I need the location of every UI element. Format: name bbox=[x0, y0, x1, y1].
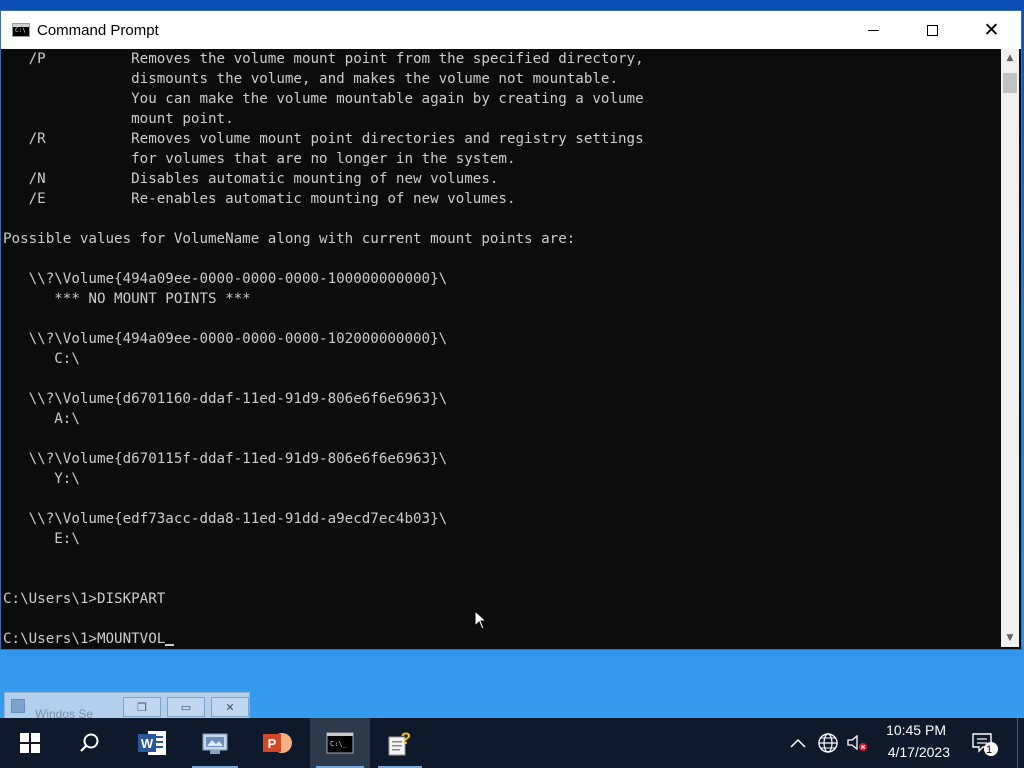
taskbar-clock-time[interactable]: 10:45 PM bbox=[886, 722, 946, 738]
taskbar-command-prompt[interactable]: C:\_ bbox=[310, 718, 370, 768]
word-icon: W bbox=[138, 731, 166, 755]
speaker-muted-icon bbox=[847, 734, 867, 751]
svg-text:?: ? bbox=[401, 729, 411, 748]
notification-count-badge: 1 bbox=[986, 744, 993, 756]
console-line: C:\ bbox=[3, 351, 80, 367]
minimize-button[interactable] bbox=[844, 11, 903, 49]
console-line: E:\ bbox=[3, 531, 80, 547]
scroll-down-icon[interactable]: ▼ bbox=[1001, 629, 1019, 647]
console-line: Y:\ bbox=[3, 471, 80, 487]
restore-button[interactable]: ❐ bbox=[123, 697, 161, 717]
text-cursor bbox=[165, 644, 175, 646]
console-line: You can make the volume mountable again … bbox=[3, 91, 644, 107]
command-prompt-icon: C:\_ bbox=[326, 732, 354, 754]
console-line: C:\Users\1>DISKPART bbox=[3, 591, 166, 607]
console-line: A:\ bbox=[3, 411, 80, 427]
console-output[interactable]: /P Removes the volume mount point from t… bbox=[3, 49, 987, 647]
taskbar-powerpoint[interactable]: P bbox=[248, 718, 308, 768]
show-desktop-button[interactable] bbox=[1017, 718, 1024, 768]
maximize-icon: ▭ bbox=[180, 700, 192, 714]
control-panel-icon bbox=[202, 733, 228, 754]
close-minimized-button[interactable]: ✕ bbox=[211, 697, 249, 717]
console-line: /E Re-enables automatic mounting of new … bbox=[3, 191, 516, 207]
window-app-icon bbox=[11, 699, 25, 713]
console-line: \\?\Volume{494a09ee-0000-0000-0000-10200… bbox=[3, 331, 448, 347]
windows-logo-icon bbox=[20, 733, 40, 753]
console-line: \\?\Volume{d6701160-ddaf-11ed-91d9-806e6… bbox=[3, 391, 448, 407]
show-hidden-icons-button[interactable] bbox=[786, 718, 810, 768]
console-line: dismounts the volume, and makes the volu… bbox=[3, 71, 618, 87]
restore-icon: ❐ bbox=[137, 700, 147, 714]
network-button[interactable] bbox=[814, 718, 842, 768]
close-button[interactable]: ✕ bbox=[962, 11, 1021, 49]
svg-text:P: P bbox=[268, 736, 277, 751]
help-icon: ? bbox=[388, 729, 411, 756]
console-line: \\?\Volume{d670115f-ddaf-11ed-91d9-806e6… bbox=[3, 451, 448, 467]
globe-network-icon bbox=[818, 733, 838, 753]
powerpoint-icon: P bbox=[263, 733, 292, 753]
volume-button[interactable] bbox=[844, 718, 870, 768]
maximize-icon bbox=[927, 24, 938, 36]
search-button[interactable] bbox=[62, 718, 118, 768]
action-center-button[interactable]: 1 bbox=[964, 718, 1004, 768]
scroll-up-icon[interactable]: ▲ bbox=[1001, 49, 1019, 67]
command-prompt-window[interactable]: C:\ Command Prompt ✕ /P Removes the volu… bbox=[0, 10, 1022, 650]
console-line: /P Removes the volume mount point from t… bbox=[3, 51, 644, 67]
command-prompt-icon: C:\ bbox=[12, 23, 30, 37]
notification-icon bbox=[972, 733, 998, 756]
mouse-pointer-icon bbox=[474, 610, 488, 630]
minimize-icon bbox=[868, 29, 879, 31]
console-line: Possible values for VolumeName along wit… bbox=[3, 231, 576, 247]
taskbar-control-panel[interactable] bbox=[186, 718, 244, 768]
console-line: C:\Users\1>MOUNTVOL bbox=[3, 629, 987, 647]
taskbar-help[interactable]: ? bbox=[372, 718, 428, 768]
console-line: mount point. bbox=[3, 111, 234, 127]
scrollbar-thumb[interactable] bbox=[1003, 73, 1017, 93]
window-title: Command Prompt bbox=[37, 21, 159, 39]
maximize-button[interactable] bbox=[903, 11, 962, 49]
taskbar-clock-date[interactable]: 4/17/2023 bbox=[888, 744, 950, 760]
taskbar: W P C:\_ ? 10:45 PM 4/17/2023 1 bbox=[0, 718, 1024, 768]
chevron-up-icon bbox=[790, 738, 806, 748]
svg-text:C:\_: C:\_ bbox=[330, 740, 348, 748]
console-line: *** NO MOUNT POINTS *** bbox=[3, 291, 251, 307]
svg-text:W: W bbox=[141, 736, 154, 751]
taskbar-word[interactable]: W bbox=[122, 718, 184, 768]
title-bar[interactable]: C:\ Command Prompt ✕ bbox=[1, 11, 1021, 49]
maximize-minimized-button[interactable]: ▭ bbox=[167, 697, 205, 717]
console-line: for volumes that are no longer in the sy… bbox=[3, 151, 516, 167]
console-line: /R Removes volume mount point directorie… bbox=[3, 131, 644, 147]
start-button[interactable] bbox=[0, 718, 60, 768]
search-icon bbox=[80, 733, 99, 752]
close-icon: ✕ bbox=[225, 700, 235, 714]
console-line: \\?\Volume{edf73acc-dda8-11ed-91dd-a9ecd… bbox=[3, 511, 448, 527]
console-line: \\?\Volume{494a09ee-0000-0000-0000-10000… bbox=[3, 271, 448, 287]
minimized-window[interactable]: Windos Se ❐ ▭ ✕ bbox=[4, 692, 250, 721]
close-icon: ✕ bbox=[983, 18, 1000, 41]
console-line: /N Disables automatic mounting of new vo… bbox=[3, 171, 499, 187]
vertical-scrollbar[interactable]: ▲ ▼ bbox=[1001, 49, 1019, 647]
